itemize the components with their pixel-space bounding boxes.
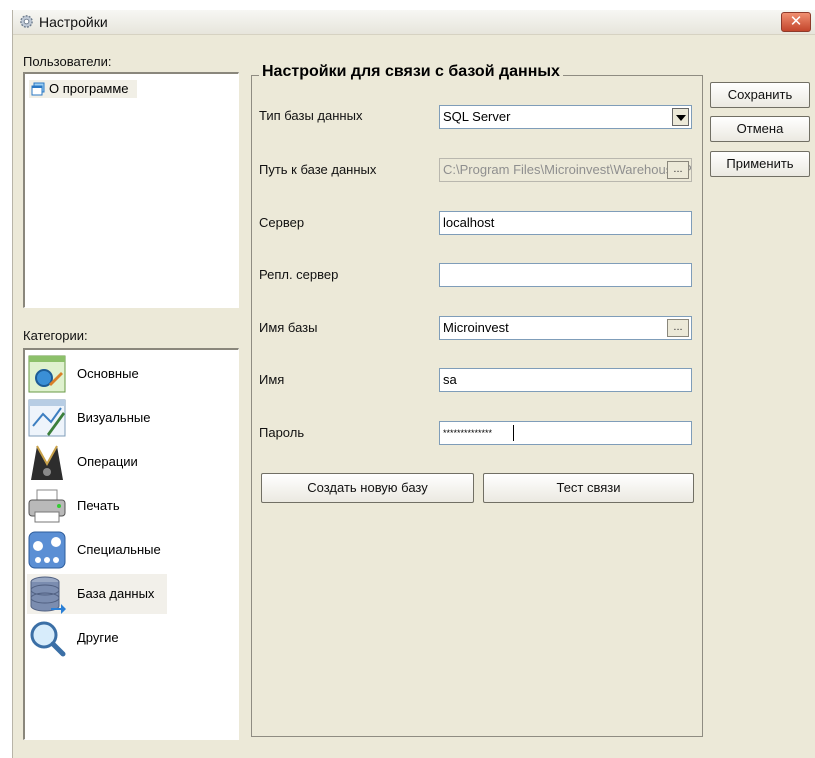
server-value: localhost xyxy=(443,215,495,230)
category-item-operations[interactable]: Операции xyxy=(27,442,177,482)
category-item-special[interactable]: Специальные xyxy=(27,530,177,570)
magnifier-icon xyxy=(30,621,66,657)
dropdown-button[interactable] xyxy=(672,108,689,126)
category-item-print[interactable]: Печать xyxy=(27,486,177,526)
printer-icon xyxy=(28,489,66,523)
server-field[interactable]: localhost xyxy=(439,211,692,235)
username-label: Имя xyxy=(259,372,285,387)
category-label: Другие xyxy=(77,630,119,645)
general-settings-icon xyxy=(28,355,66,393)
cancel-button[interactable]: Отмена xyxy=(710,116,810,142)
save-button[interactable]: Сохранить xyxy=(710,82,810,108)
category-label: Специальные xyxy=(77,542,161,557)
category-label: Печать xyxy=(77,498,120,513)
category-item-other[interactable]: Другие xyxy=(27,618,177,658)
close-icon: ✕ xyxy=(789,12,803,30)
gear-icon xyxy=(20,15,33,28)
close-button[interactable]: ✕ xyxy=(781,12,811,32)
user-group-icon xyxy=(31,82,45,96)
username-field[interactable]: sa xyxy=(439,368,692,392)
db-settings-title: Настройки для связи с базой данных xyxy=(259,63,563,81)
repl-server-field[interactable] xyxy=(439,263,692,287)
test-connection-button[interactable]: Тест связи xyxy=(483,473,694,503)
category-label: База данных xyxy=(77,586,155,601)
user-item-label: О программе xyxy=(49,81,129,96)
db-name-label: Имя базы xyxy=(259,320,318,335)
password-label: Пароль xyxy=(259,425,305,440)
settings-window: Настройки ✕ Пользователи: О программе Ка… xyxy=(12,10,815,758)
user-item-about[interactable]: О программе xyxy=(29,80,137,98)
db-type-value: SQL Server xyxy=(443,109,511,124)
special-settings-icon xyxy=(28,531,66,569)
categories-label: Категории: xyxy=(23,328,88,343)
password-field[interactable]: ************** xyxy=(439,421,692,445)
category-item-general[interactable]: Основные xyxy=(27,354,177,394)
browse-db-button[interactable]: ... xyxy=(667,319,689,337)
db-path-field[interactable]: C:\Program Files\Microinvest\Warehouse P… xyxy=(439,158,692,182)
database-icon xyxy=(30,576,66,614)
server-label: Сервер xyxy=(259,215,305,230)
db-path-label: Путь к базе данных xyxy=(259,162,377,177)
db-name-field[interactable]: Microinvest ... xyxy=(439,316,692,340)
category-item-database[interactable]: База данных xyxy=(27,574,167,614)
create-db-button[interactable]: Создать новую базу xyxy=(261,473,474,503)
db-name-value: Microinvest xyxy=(443,320,509,335)
db-type-select[interactable]: SQL Server xyxy=(439,105,692,129)
repl-server-label: Репл. сервер xyxy=(259,267,339,282)
chevron-down-icon xyxy=(676,115,686,121)
browse-path-button[interactable]: ... xyxy=(667,161,689,179)
users-list[interactable]: О программе xyxy=(23,72,239,308)
db-type-label: Тип базы данных xyxy=(259,108,363,123)
category-label: Визуальные xyxy=(77,410,151,425)
text-caret xyxy=(513,425,514,441)
users-label: Пользователи: xyxy=(23,54,112,69)
visual-settings-icon xyxy=(28,399,66,437)
operations-icon xyxy=(31,445,63,480)
category-label: Операции xyxy=(77,454,138,469)
db-path-value: C:\Program Files\Microinvest\Warehouse P… xyxy=(443,162,692,177)
category-label: Основные xyxy=(77,366,139,381)
title-bar: Настройки ✕ xyxy=(13,10,815,35)
categories-list[interactable]: Основные Визуальные Операции Печать Спец… xyxy=(23,348,239,740)
window-title: Настройки xyxy=(39,14,108,30)
apply-button[interactable]: Применить xyxy=(710,151,810,177)
password-value: ************** xyxy=(443,428,493,438)
username-value: sa xyxy=(443,372,457,387)
category-item-visual[interactable]: Визуальные xyxy=(27,398,177,438)
